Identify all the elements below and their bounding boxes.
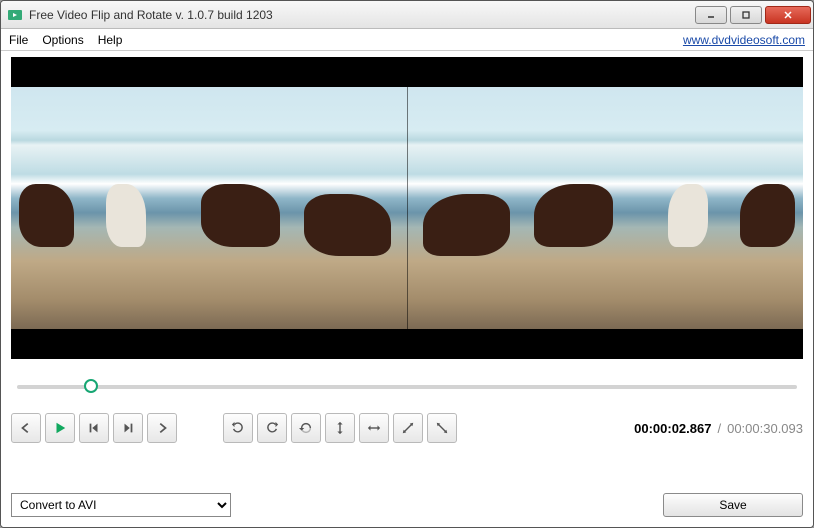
rotate-180-button[interactable]: [291, 413, 321, 443]
seek-thumb[interactable]: [84, 379, 98, 393]
seek-slider[interactable]: [17, 379, 797, 395]
app-window: Free Video Flip and Rotate v. 1.0.7 buil…: [0, 0, 814, 528]
jump-forward-button[interactable]: [147, 413, 177, 443]
website-link[interactable]: www.dvdvideosoft.com: [683, 33, 805, 47]
flip-vertical-button[interactable]: [325, 413, 355, 443]
maximize-button[interactable]: [730, 6, 762, 24]
menu-help[interactable]: Help: [98, 33, 123, 47]
video-left-pane: [11, 57, 407, 359]
time-separator: /: [717, 421, 721, 436]
seek-track: [17, 385, 797, 389]
rotate-ccw-button[interactable]: [257, 413, 287, 443]
window-controls: [695, 6, 811, 24]
rotate-cw-button[interactable]: [223, 413, 253, 443]
video-letterbox: [11, 329, 803, 359]
flip-diagonal-2-button[interactable]: [427, 413, 457, 443]
video-frame-flipped: [407, 87, 803, 329]
menu-options[interactable]: Options: [42, 33, 83, 47]
transform-group: [223, 413, 457, 443]
controls-row: 00:00:02.867 / 00:00:30.093: [11, 413, 803, 443]
step-back-button[interactable]: [79, 413, 109, 443]
video-right-pane: [407, 57, 803, 359]
flip-horizontal-button[interactable]: [359, 413, 389, 443]
playback-group: [11, 413, 177, 443]
time-total: 00:00:30.093: [727, 421, 803, 436]
video-preview: [11, 57, 803, 359]
menubar: File Options Help www.dvdvideosoft.com: [1, 29, 813, 51]
app-icon: [7, 7, 23, 23]
close-button[interactable]: [765, 6, 811, 24]
titlebar[interactable]: Free Video Flip and Rotate v. 1.0.7 buil…: [1, 1, 813, 29]
minimize-button[interactable]: [695, 6, 727, 24]
video-frame-original: [11, 87, 407, 329]
window-title: Free Video Flip and Rotate v. 1.0.7 buil…: [29, 8, 695, 22]
time-current: 00:00:02.867: [634, 421, 711, 436]
menu-file[interactable]: File: [9, 33, 28, 47]
format-select[interactable]: Convert to AVI: [11, 493, 231, 517]
jump-back-button[interactable]: [11, 413, 41, 443]
flip-diagonal-1-button[interactable]: [393, 413, 423, 443]
step-forward-button[interactable]: [113, 413, 143, 443]
play-button[interactable]: [45, 413, 75, 443]
video-letterbox: [11, 57, 803, 87]
bottom-row: Convert to AVI Save: [11, 493, 803, 517]
preview-divider: [407, 87, 408, 329]
client-area: 00:00:02.867 / 00:00:30.093 Convert to A…: [1, 51, 813, 527]
save-button[interactable]: Save: [663, 493, 803, 517]
time-display: 00:00:02.867 / 00:00:30.093: [634, 421, 803, 436]
